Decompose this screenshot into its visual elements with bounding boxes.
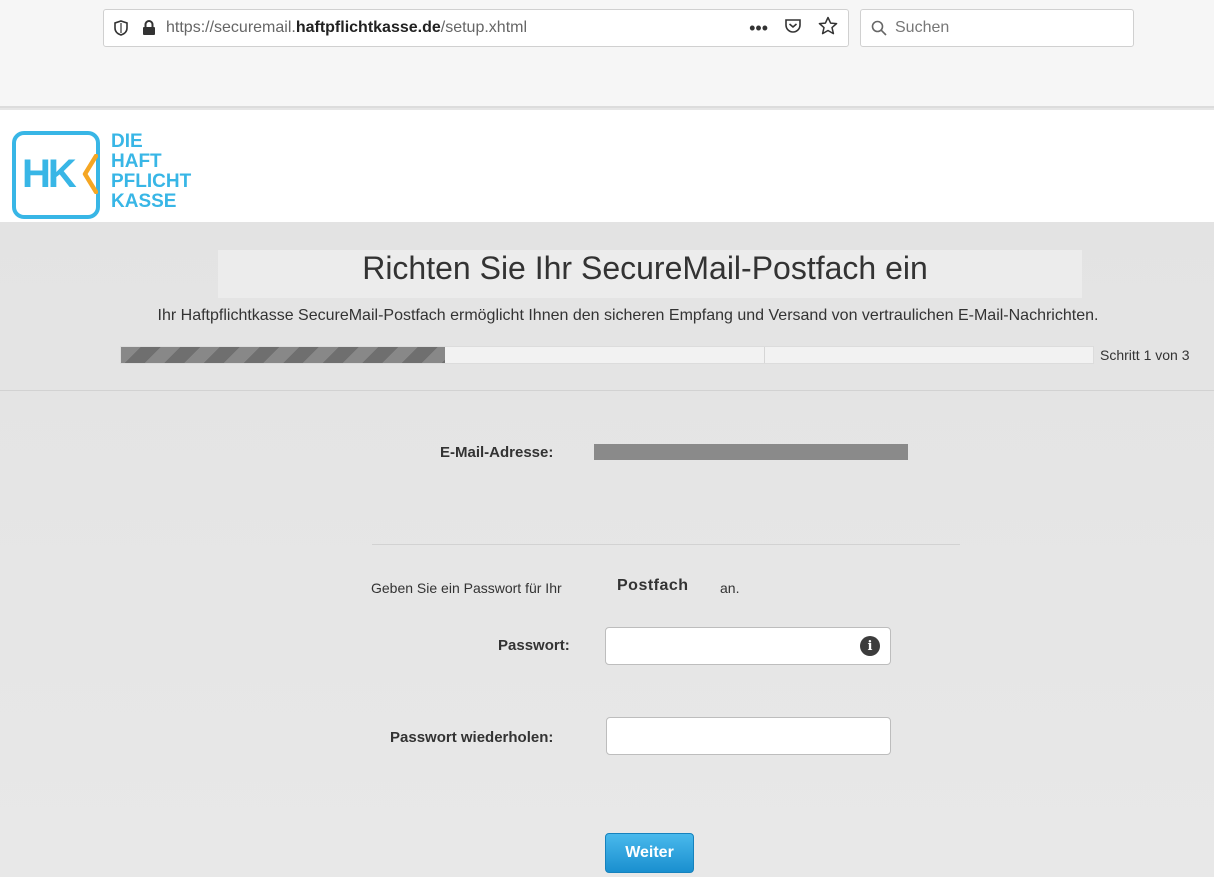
logo-mark: HK bbox=[22, 152, 77, 196]
url-domain: haftpflichtkasse.de bbox=[295, 19, 441, 36]
logo-line-2: HAFT bbox=[111, 151, 162, 172]
page-title: Richten Sie Ihr SecureMail-Postfach ein bbox=[362, 250, 928, 286]
url-prefix: https://securemail. bbox=[166, 19, 296, 36]
bookmark-star-icon[interactable] bbox=[818, 16, 838, 41]
divider bbox=[0, 390, 1214, 391]
email-label: E-Mail-Adresse: bbox=[440, 444, 554, 461]
logo-line-1: DIE bbox=[111, 131, 143, 152]
lock-icon[interactable] bbox=[140, 10, 158, 46]
divider bbox=[372, 544, 960, 545]
instruction-text: Geben Sie ein Passwort für Ihr bbox=[371, 580, 562, 596]
password-repeat-label: Passwort wiederholen: bbox=[390, 729, 554, 746]
logo-line-3: PFLICHT bbox=[111, 171, 192, 192]
more-actions-icon[interactable]: ••• bbox=[749, 18, 768, 39]
progress-bar bbox=[120, 346, 1094, 364]
instruction-suffix: an. bbox=[720, 580, 740, 596]
password-input[interactable]: i bbox=[605, 627, 891, 665]
tracking-shield-icon[interactable] bbox=[104, 10, 138, 46]
url-text[interactable]: https://securemail.haftpflichtkasse.de/s… bbox=[166, 19, 527, 37]
url-bar[interactable]: https://securemail.haftpflichtkasse.de/s… bbox=[103, 9, 849, 47]
page-subtitle: Ihr Haftpflichtkasse SecureMail-Postfach… bbox=[157, 307, 1099, 324]
next-button[interactable]: Weiter bbox=[605, 833, 694, 873]
progress-separator bbox=[764, 347, 765, 363]
search-placeholder: Suchen bbox=[895, 19, 950, 36]
logo-line-4: KASSE bbox=[111, 191, 177, 212]
info-icon[interactable]: i bbox=[860, 636, 880, 656]
browser-toolbar: https://securemail.haftpflichtkasse.de/s… bbox=[0, 0, 1214, 108]
browser-search-field[interactable]: Suchen bbox=[860, 9, 1134, 47]
instruction-emphasis: Postfach bbox=[617, 577, 689, 594]
password-repeat-input[interactable] bbox=[606, 717, 891, 755]
pocket-icon[interactable] bbox=[784, 17, 802, 40]
url-path: /setup.xhtml bbox=[440, 19, 528, 36]
search-icon bbox=[871, 20, 887, 36]
step-indicator: Schritt 1 von 3 bbox=[1100, 347, 1190, 363]
logo-chevron-icon bbox=[82, 154, 98, 194]
password-label: Passwort: bbox=[498, 637, 570, 654]
logo-wordmark: DIE HAFT PFLICHT KASSE bbox=[111, 132, 191, 212]
email-value-redacted bbox=[594, 444, 908, 460]
progress-fill bbox=[121, 347, 445, 363]
